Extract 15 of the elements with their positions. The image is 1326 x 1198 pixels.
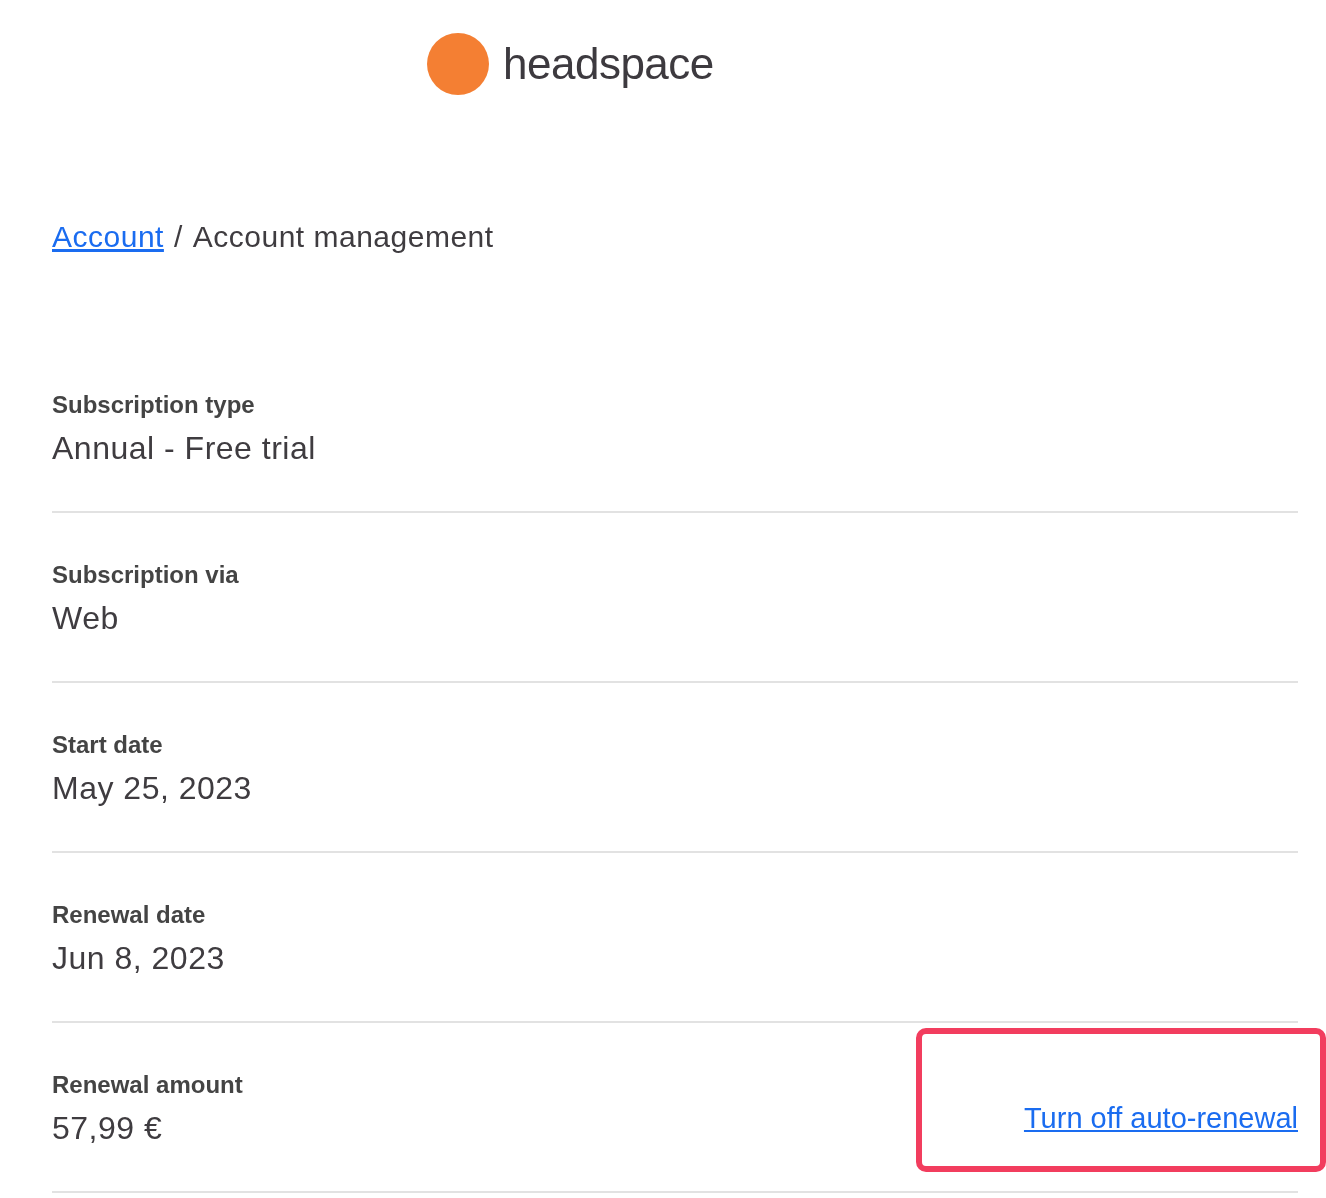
field-label: Renewal date (52, 901, 207, 929)
field-label: Subscription type (52, 391, 256, 419)
field-value: Annual - Free trial (52, 429, 316, 468)
field-label: Renewal amount (52, 1071, 243, 1099)
field-value: 57,99 € (52, 1109, 164, 1148)
logo-text: headspace (503, 39, 714, 89)
breadcrumb-separator: / (173, 220, 183, 254)
breadcrumb-current: Account management (192, 220, 494, 254)
breadcrumb-link[interactable]: Account (52, 220, 164, 254)
field-value: May 25, 2023 (52, 769, 252, 808)
field-value: Jun 8, 2023 (52, 939, 225, 978)
field-label: Subscription via (52, 561, 239, 589)
field-label: Start date (52, 731, 164, 759)
field-value: Web (52, 599, 120, 638)
turn-off-link[interactable]: Turn off auto-renewal (1023, 1102, 1298, 1135)
